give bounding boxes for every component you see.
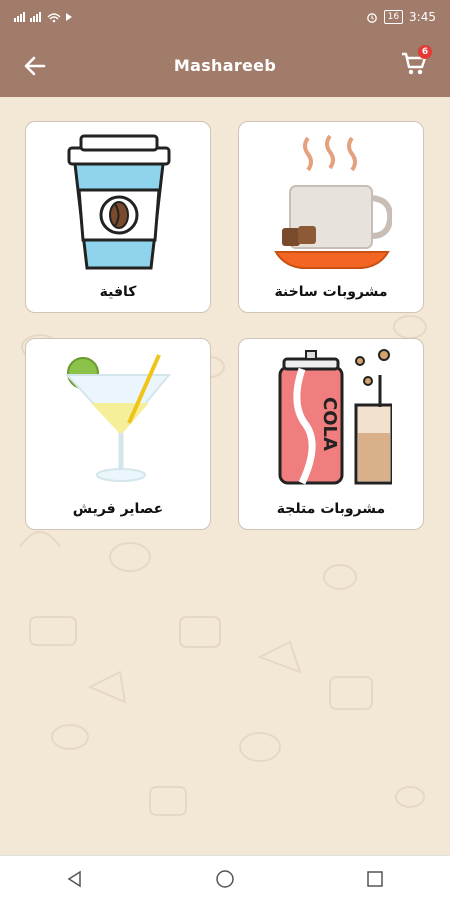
category-label: مشروبات متلجة bbox=[276, 501, 386, 517]
status-right: 16 3:45 bbox=[366, 9, 436, 24]
category-label: عصاير فريش bbox=[72, 501, 164, 517]
category-grid: كافية مشروبات ساخنة عصاير فريش COLA مشرو… bbox=[0, 97, 450, 855]
cart-count-badge: 6 bbox=[418, 45, 432, 59]
battery-indicator: 16 bbox=[383, 9, 404, 24]
coffee-cup-icon bbox=[67, 134, 171, 270]
clock: 3:45 bbox=[409, 9, 436, 24]
cart-button[interactable]: 6 bbox=[400, 45, 432, 77]
category-card-iced-drinks[interactable]: COLA مشروبات متلجة bbox=[238, 338, 424, 530]
status-bar: 16 3:45 bbox=[0, 0, 450, 33]
category-card-cafe[interactable]: كافية bbox=[25, 121, 211, 313]
hot-tea-cup-icon bbox=[274, 134, 392, 269]
system-nav-bar bbox=[0, 855, 450, 901]
cola-can-icon: COLA bbox=[278, 349, 392, 485]
category-label: كافية bbox=[99, 284, 137, 300]
signal-indicators bbox=[14, 11, 84, 23]
cocktail-glass-icon bbox=[64, 354, 172, 482]
app-bar: Mashareeb 6 bbox=[0, 33, 450, 97]
page-title: Mashareeb bbox=[173, 55, 277, 75]
square-recent-icon bbox=[367, 870, 383, 887]
category-card-hot-drinks[interactable]: مشروبات ساخنة bbox=[238, 121, 424, 313]
nav-home-button[interactable] bbox=[211, 865, 239, 893]
alarm-icon bbox=[366, 12, 377, 23]
triangle-back-icon bbox=[67, 870, 81, 887]
back-button[interactable] bbox=[22, 53, 48, 79]
category-card-fresh-juices[interactable]: عصاير فريش bbox=[25, 338, 211, 530]
signal-wifi-icons bbox=[14, 11, 72, 22]
cola-label: COLA bbox=[319, 397, 340, 451]
nav-recent-button[interactable] bbox=[361, 865, 389, 893]
category-label: مشروبات ساخنة bbox=[274, 284, 388, 300]
arrow-left-icon bbox=[24, 56, 46, 76]
nav-back-button[interactable] bbox=[61, 865, 89, 893]
circle-home-icon bbox=[216, 869, 234, 888]
